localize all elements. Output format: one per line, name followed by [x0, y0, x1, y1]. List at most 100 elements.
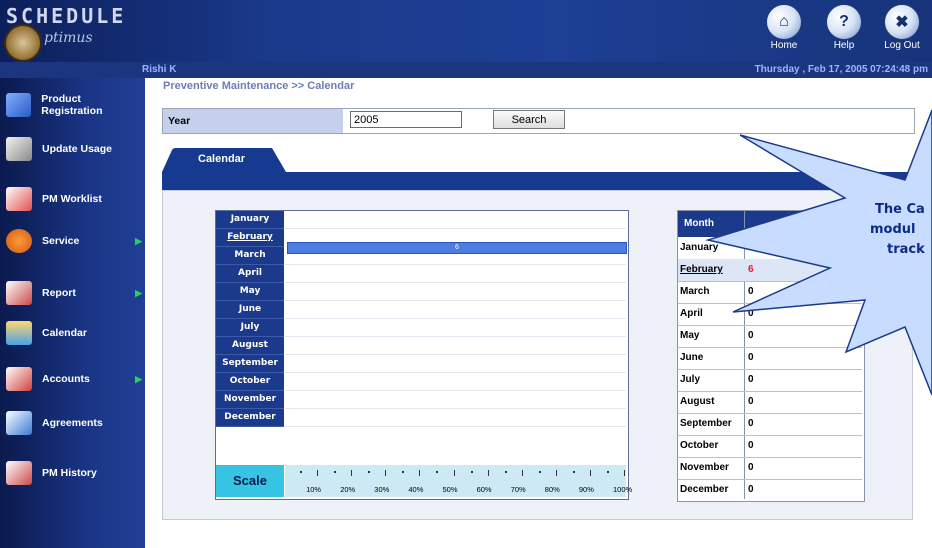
scale-tick-label: 80%	[544, 485, 560, 494]
table-month-december: December	[680, 484, 729, 495]
sidebar-item-label: Accounts	[42, 373, 90, 385]
pm-history-icon	[6, 461, 32, 485]
sidebar-item-agreements[interactable]: Agreements	[6, 408, 142, 438]
report-icon	[6, 281, 32, 305]
scale-tick	[624, 470, 625, 476]
scale-tick	[385, 470, 387, 476]
scale-tick	[589, 470, 591, 476]
tab-calendar[interactable]: Calendar	[198, 153, 245, 165]
scale-tick-label: 50%	[442, 485, 458, 494]
breadcrumb: Preventive Maintenance >> Calendar	[163, 80, 355, 92]
table-row	[678, 347, 862, 370]
logo-title: SCHEDULE	[6, 4, 127, 28]
month-link-february[interactable]: February	[216, 229, 284, 247]
help-label: Help	[833, 40, 855, 51]
table-header-month: Month	[678, 211, 744, 237]
month-row	[285, 355, 626, 373]
scale-minor-tick	[470, 471, 473, 473]
home-label: Home	[770, 40, 798, 51]
scale-tick-label: 20%	[340, 485, 356, 494]
scale-minor-tick	[538, 471, 541, 473]
scale-tick	[453, 470, 455, 476]
sidebar-item-label: PM History	[42, 467, 97, 479]
table-month-october: October	[680, 440, 719, 451]
help-button[interactable]: ? Help	[816, 4, 872, 51]
month-label-june: June	[216, 301, 284, 319]
month-row	[285, 319, 626, 337]
logout-icon: ✖	[884, 4, 920, 40]
sidebar-item-pm-history[interactable]: PM History	[6, 458, 142, 488]
callout-text-line2: modul	[870, 222, 916, 237]
scale-minor-tick	[504, 471, 507, 473]
table-row	[678, 369, 862, 392]
scale-minor-tick	[436, 471, 439, 473]
table-month-july: July	[680, 374, 701, 385]
year-label: Year	[168, 115, 191, 127]
home-icon: ⌂	[766, 4, 802, 40]
table-month-november: November	[680, 462, 729, 473]
home-button[interactable]: ⌂ Home	[756, 4, 812, 51]
update-usage-icon	[6, 137, 32, 161]
scale-tick-label: 100%	[613, 485, 633, 494]
month-label-january: January	[216, 211, 284, 229]
sidebar-item-pm-worklist[interactable]: PM Worklist	[6, 184, 142, 214]
submenu-arrow-icon: ▶	[135, 373, 142, 384]
table-month-january: January	[680, 242, 719, 253]
month-label-april: April	[216, 265, 284, 283]
table-header-count	[745, 211, 862, 237]
table-count-august: 0	[748, 396, 754, 407]
scale-tick-label: 90%	[578, 485, 594, 494]
sidebar-item-service[interactable]: Service ▶	[6, 226, 142, 256]
table-count-november: 0	[748, 462, 754, 473]
scale-minor-tick	[300, 471, 303, 473]
scale-tick-label: 10%	[306, 485, 322, 494]
sidebar-item-label: Service	[42, 235, 80, 247]
table-month-link-february[interactable]: February	[680, 259, 723, 281]
scale-minor-tick	[334, 471, 337, 473]
month-label-october: October	[216, 373, 284, 391]
sidebar-item-update-usage[interactable]: Update Usage	[6, 134, 142, 164]
user-name: Rishi K	[142, 64, 177, 75]
logo-subtitle: ptimus	[44, 30, 93, 46]
sidebar-item-product-registration[interactable]: Product Registration	[6, 90, 142, 120]
month-label-december: December	[216, 409, 284, 427]
submenu-arrow-icon: ▶	[135, 235, 142, 246]
agreements-icon	[6, 411, 32, 435]
logout-button[interactable]: ✖ Log Out	[874, 4, 930, 51]
sidebar-item-label: Calendar	[42, 327, 87, 339]
scale-tick	[351, 470, 353, 476]
search-button[interactable]: Search	[493, 110, 565, 129]
sidebar-item-accounts[interactable]: Accounts ▶	[6, 364, 142, 394]
scale-label: Scale	[216, 465, 284, 497]
table-count-september: 0	[748, 418, 754, 429]
table-month-september: September	[680, 418, 732, 429]
callout-text-line1: The Ca	[875, 202, 925, 217]
month-row	[285, 211, 626, 229]
scale-tick-label: 30%	[374, 485, 390, 494]
month-row	[285, 373, 626, 391]
month-row	[285, 391, 626, 409]
sidebar-item-label: Product Registration	[41, 93, 103, 117]
sidebar-item-report[interactable]: Report ▶	[6, 278, 142, 308]
month-row	[285, 409, 626, 427]
table-count-may: 0	[748, 330, 754, 341]
sidebar-item-label: Update Usage	[42, 143, 113, 155]
scale-tick-label: 60%	[476, 485, 492, 494]
february-count-bar[interactable]: 6	[287, 242, 627, 254]
month-label-may: May	[216, 283, 284, 301]
table-month-august: August	[680, 396, 715, 407]
table-count-february: 6	[748, 264, 754, 275]
scale-tick-label: 70%	[510, 485, 526, 494]
scale-minor-tick	[572, 471, 575, 473]
month-label-march: March	[216, 247, 284, 265]
scale-minor-tick	[606, 471, 609, 473]
sidebar-item-calendar[interactable]: Calendar	[6, 318, 142, 348]
month-row	[285, 265, 626, 283]
year-input[interactable]	[350, 111, 462, 128]
scale-tick	[317, 470, 319, 476]
scale-tick	[487, 470, 489, 476]
table-month-april: April	[680, 308, 703, 319]
table-count-july: 0	[748, 374, 754, 385]
table-count-december: 0	[748, 484, 754, 495]
month-row	[285, 301, 626, 319]
